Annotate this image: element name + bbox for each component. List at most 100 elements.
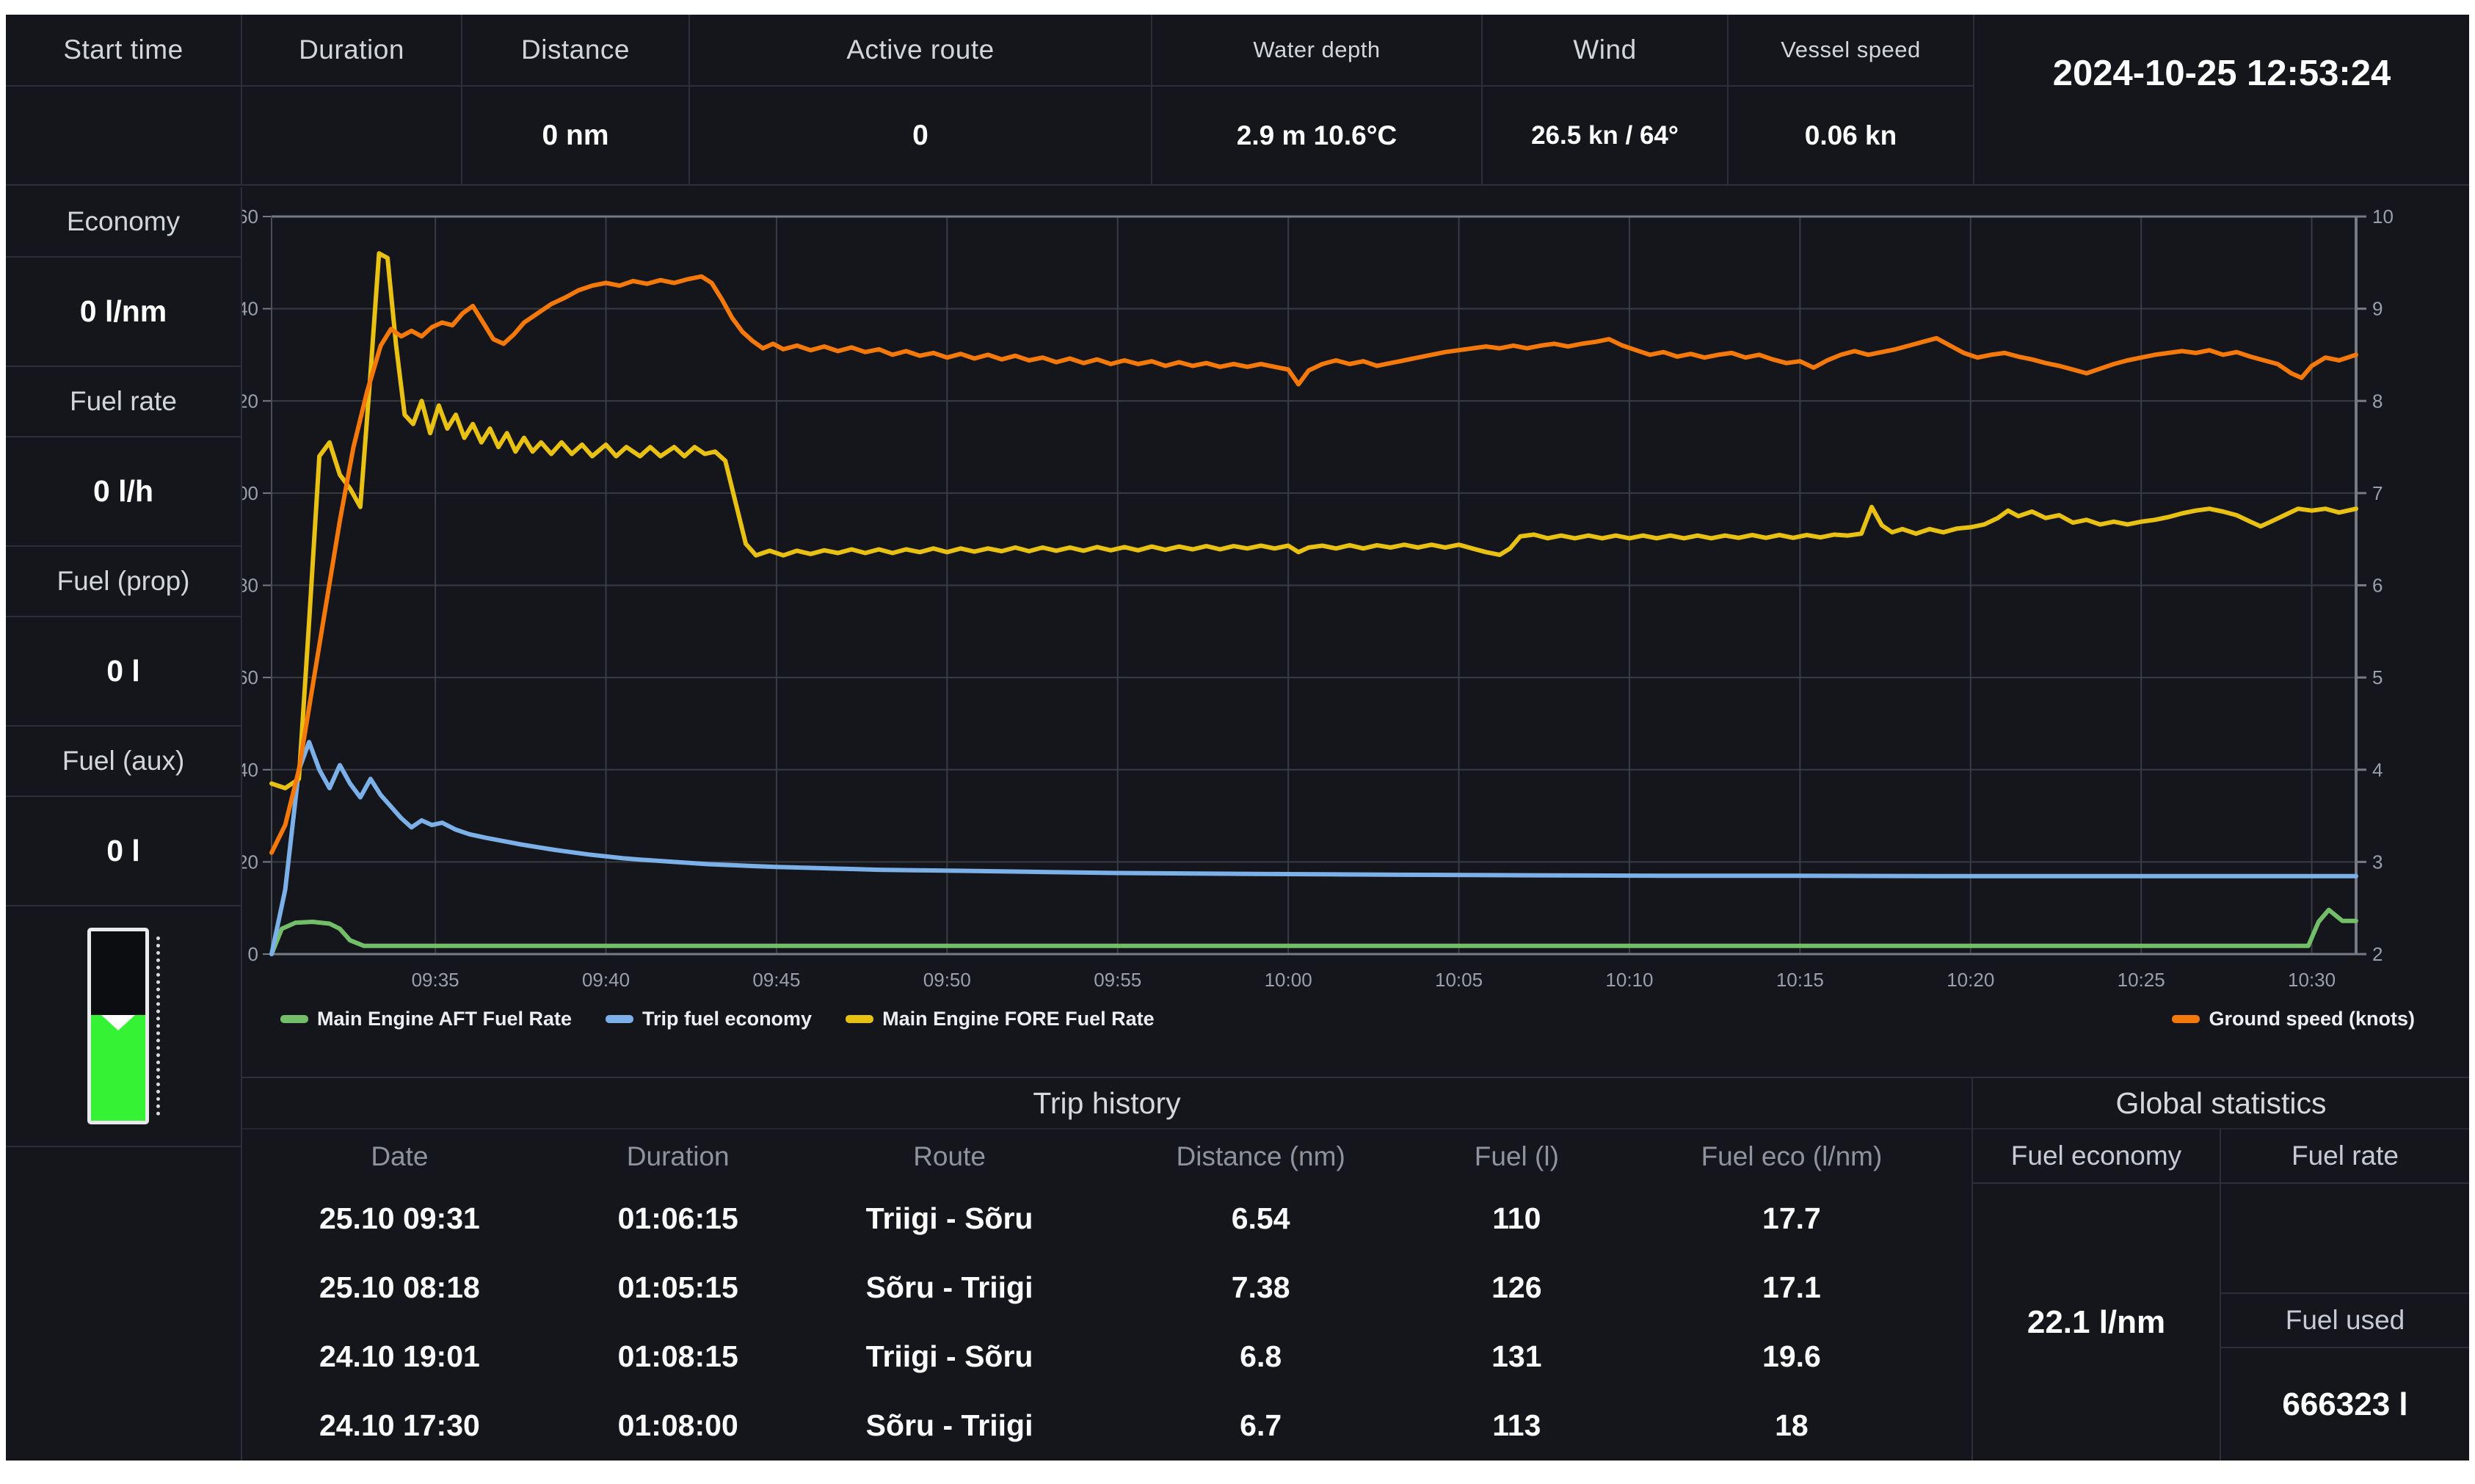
bottom-section: Trip history DateDurationRouteDistance (… [242,1077,2469,1461]
fuel-tank-fill [91,1015,145,1121]
trip-cell: Triigi - Sõru [799,1339,1100,1374]
trip-history-row: 24.10 19:0101:08:15Triigi - Sõru6.813119… [242,1323,1971,1392]
legend-label: Trip fuel economy [642,1008,812,1030]
y-axis-right-tick-label: 5 [2372,666,2383,688]
trip-cell: 01:08:00 [557,1408,799,1443]
y-axis-right-tick-label: 3 [2372,851,2383,873]
trip-cell: 17.1 [1612,1270,1971,1305]
y-axis-right-tick-label: 7 [2372,482,2383,504]
x-axis-tick-label: 09:50 [923,969,971,991]
legend-swatch-icon [846,1015,873,1023]
trip-cell: 17.7 [1612,1201,1971,1236]
x-axis-tick-label: 10:00 [1265,969,1312,991]
x-axis-tick-label: 10:05 [1435,969,1483,991]
fuel-tank-gauge [87,928,149,1124]
top-stat-label: Start time [6,15,241,87]
y-axis-left-tick-label: 80 [242,575,258,597]
trip-history-table: 25.10 09:3101:06:15Triigi - Sõru6.541101… [242,1184,1971,1461]
trip-history-title: Trip history [242,1078,1971,1130]
trip-history-panel: Trip history DateDurationRouteDistance (… [242,1078,1973,1461]
x-axis-tick-label: 10:25 [2118,969,2165,991]
y-axis-left-tick-label: 0 [248,943,258,965]
trip-cell: 6.54 [1100,1201,1422,1236]
fuel-used-value: 666323 l [2221,1348,2469,1461]
trip-history-row: 25.10 09:3101:06:15Triigi - Sõru6.541101… [242,1184,1971,1253]
clock-cell: 2024-10-25 12:53:24 [1974,15,2469,184]
x-axis-tick-label: 10:10 [1605,969,1653,991]
fuel-tank-gauge-cell [6,906,241,1147]
legend-swatch-icon [606,1015,633,1023]
legend-item-trip-fuel-economy[interactable]: Trip fuel economy [606,1008,812,1030]
top-stat-wind: Wind26.5 kn / 64° [1483,15,1729,184]
fuel-rate-column: Fuel rate Fuel used 666323 l [2221,1130,2469,1461]
y-axis-right-tick-label: 2 [2372,943,2383,965]
trip-cell: 110 [1422,1201,1612,1236]
chart-legend-right: Ground speed (knots) [2172,1008,2415,1030]
trip-cell: 25.10 08:18 [242,1270,557,1305]
sidebar-value: 0 l [6,797,241,906]
trip-cell: 24.10 17:30 [242,1408,557,1443]
trip-history-row: 25.10 08:1801:05:15Sõru - Triigi7.381261… [242,1253,1971,1322]
top-stat-value [6,87,241,184]
x-axis-tick-label: 09:35 [412,969,459,991]
trip-cell: 01:05:15 [557,1270,799,1305]
trip-cell: 7.38 [1100,1270,1422,1305]
y-axis-left-tick-label: 140 [242,298,258,320]
trip-cell: 01:06:15 [557,1201,799,1236]
vessel-dashboard: Start timeDurationDistance0 nmActive rou… [6,15,2469,1461]
legend-item-ground-speed-knots-[interactable]: Ground speed (knots) [2172,1008,2415,1030]
global-statistics-title: Global statistics [1973,1078,2469,1130]
trip-cell: 131 [1422,1339,1612,1374]
top-stat-value: 0 [690,87,1151,184]
sidebar-label-economy: Economy [6,187,241,258]
top-stat-label: Vessel speed [1729,15,1973,87]
series-line-main-engine-fore-fuel-rate [272,253,2356,788]
series-line-ground-speed-knots- [272,277,2356,853]
legend-label: Main Engine AFT Fuel Rate [317,1008,572,1030]
trip-col-header-date: Date [242,1141,557,1172]
top-stat-value: 2.9 m 10.6°C [1152,87,1481,184]
trip-cell: 18 [1612,1408,1971,1443]
sidebar-label-fuel-rate: Fuel rate [6,367,241,437]
series-line-trip-fuel-economy [272,742,2356,954]
top-stat-value [242,87,461,184]
global-statistics-panel: Global statistics Fuel economy 22.1 l/nm… [1973,1078,2469,1461]
top-stat-vessel-speed: Vessel speed0.06 kn [1729,15,1974,184]
y-axis-right-tick-label: 9 [2372,298,2383,320]
fuel-tank-tick-scale [156,936,160,1116]
top-stat-value: 0 nm [462,87,688,184]
trip-chart-panel: 020406080100120140160234567891009:3509:4… [242,187,2469,1077]
sidebar-value: 0 l [6,617,241,727]
x-axis-tick-label: 09:40 [582,969,630,991]
fuel-used-label: Fuel used [2221,1294,2469,1348]
chart-legend-left: Main Engine AFT Fuel Rate Trip fuel econo… [280,1008,1155,1030]
fuel-rate-empty-value [2221,1184,2469,1294]
fuel-economy-value: 22.1 l/nm [1973,1184,2220,1461]
top-stat-distance: Distance0 nm [462,15,690,184]
trip-cell: Sõru - Triigi [799,1408,1100,1443]
top-stat-label: Wind [1483,15,1727,87]
trip-cell: 01:08:15 [557,1339,799,1374]
x-axis-tick-label: 09:55 [1094,969,1141,991]
series-line-main-engine-aft-fuel-rate [272,910,2356,954]
x-axis-tick-label: 10:15 [1776,969,1824,991]
trip-col-header-distance-nm-: Distance (nm) [1100,1141,1422,1172]
top-status-columns: Start timeDurationDistance0 nmActive rou… [6,15,1974,184]
top-stat-active-route: Active route0 [690,15,1152,184]
x-axis-tick-label: 10:20 [1947,969,1994,991]
legend-item-main-engine-aft-fuel-rate[interactable]: Main Engine AFT Fuel Rate [280,1008,572,1030]
trip-cell: Triigi - Sõru [799,1201,1100,1236]
x-axis-tick-label: 10:30 [2288,969,2336,991]
trip-col-header-fuel-l-: Fuel (l) [1422,1141,1612,1172]
y-axis-right-tick-label: 4 [2372,759,2383,781]
clock: 2024-10-25 12:53:24 [1974,15,2469,184]
legend-swatch-icon [280,1015,308,1023]
trip-cell: 25.10 09:31 [242,1201,557,1236]
top-stat-water-depth: Water depth2.9 m 10.6°C [1152,15,1483,184]
trip-cell: 6.8 [1100,1339,1422,1374]
trip-col-header-route: Route [799,1141,1100,1172]
fuel-stats: Economy0 l/nmFuel rate0 l/hFuel (prop)0 … [6,187,241,906]
legend-item-main-engine-fore-fuel-rate[interactable]: Main Engine FORE Fuel Rate [846,1008,1155,1030]
sidebar-label-fuel-aux-: Fuel (aux) [6,727,241,797]
top-stat-start-time: Start time [6,15,242,184]
